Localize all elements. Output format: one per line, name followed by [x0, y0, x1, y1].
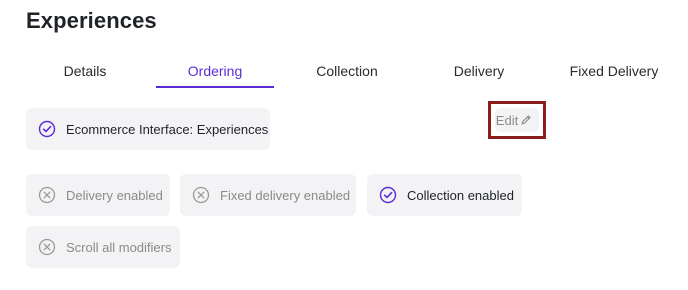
- collection-enabled-label: Collection enabled: [407, 187, 514, 203]
- edit-button[interactable]: Edit: [495, 108, 539, 132]
- x-circle-icon: [192, 186, 210, 204]
- ecommerce-interface-chip: Ecommerce Interface: Experiences: [26, 108, 270, 150]
- page-title: Experiences: [26, 8, 157, 33]
- fixed-delivery-enabled-label: Fixed delivery enabled: [220, 187, 351, 203]
- tab-delivery[interactable]: Delivery: [428, 56, 530, 86]
- edit-button-label: Edit: [495, 112, 519, 128]
- tab-details[interactable]: Details: [40, 56, 130, 86]
- pencil-icon: [520, 114, 538, 126]
- check-circle-icon: [38, 120, 56, 138]
- delivery-enabled-label: Delivery enabled: [66, 187, 163, 203]
- x-circle-icon: [38, 238, 56, 256]
- scroll-all-modifiers-label: Scroll all modifiers: [66, 239, 172, 255]
- tab-collection[interactable]: Collection: [294, 56, 400, 86]
- fixed-delivery-enabled-chip: Fixed delivery enabled: [180, 174, 356, 216]
- check-circle-icon: [379, 186, 397, 204]
- tab-ordering[interactable]: Ordering: [156, 56, 274, 88]
- tab-bar: Details Ordering Collection Delivery Fix…: [24, 56, 674, 90]
- tab-fixed-delivery[interactable]: Fixed Delivery: [554, 56, 674, 86]
- scroll-all-modifiers-chip: Scroll all modifiers: [26, 226, 180, 268]
- collection-enabled-chip: Collection enabled: [367, 174, 522, 216]
- ecommerce-interface-label: Ecommerce Interface: Experiences: [66, 121, 269, 137]
- x-circle-icon: [38, 186, 56, 204]
- delivery-enabled-chip: Delivery enabled: [26, 174, 170, 216]
- edit-highlight: Edit: [488, 101, 546, 139]
